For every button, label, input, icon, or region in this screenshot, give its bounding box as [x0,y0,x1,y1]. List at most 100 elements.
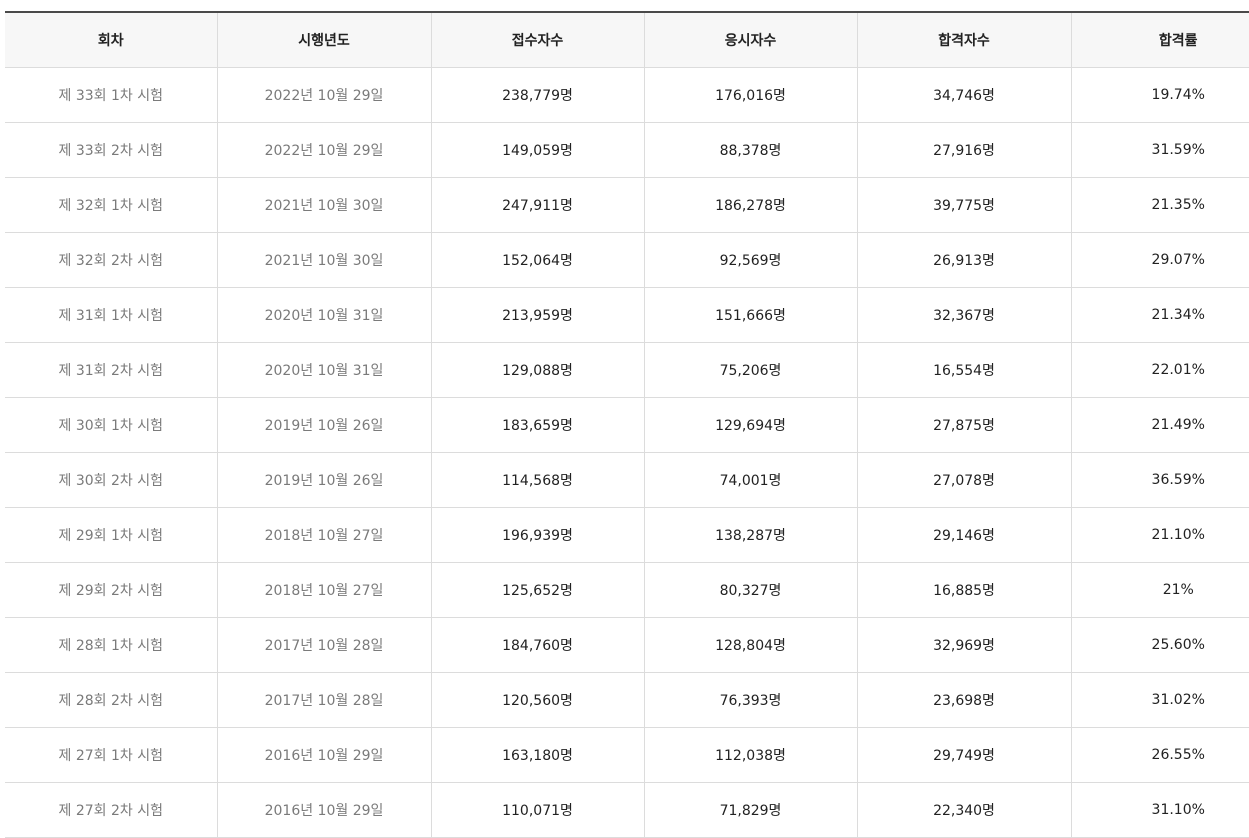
cell-session: 제 31회 1차 시험 [5,287,218,343]
cell-applicants: 129,088명 [431,342,645,398]
cell-examinees: 71,829명 [644,782,858,838]
cell-applicants: 238,779명 [431,67,645,123]
table-row: 제 31회 1차 시험 2020년 10월 31일 213,959명 151,666명… [5,287,1249,343]
exam-results-table: 회차 시행년도 접수자수 응시자수 합격자수 합격률 제 33회 1차 시험 20… [5,11,1249,838]
cell-applicants: 110,071명 [431,782,645,838]
table-row: 제 32회 2차 시험 2021년 10월 30일 152,064명 92,569명 2… [5,232,1249,288]
cell-applicants: 125,652명 [431,562,645,618]
cell-pass-rate: 21.10% [1071,507,1249,563]
cell-pass-rate: 36.59% [1071,452,1249,508]
cell-applicants: 247,911명 [431,177,645,233]
cell-exam-date: 2018년 10월 27일 [217,507,432,563]
cell-applicants: 114,568명 [431,452,645,508]
cell-pass-rate: 22.01% [1071,342,1249,398]
cell-passers: 16,554명 [857,342,1072,398]
table-row: 제 31회 2차 시험 2020년 10월 31일 129,088명 75,206명 1… [5,342,1249,398]
cell-passers: 23,698명 [857,672,1072,728]
cell-passers: 27,916명 [857,122,1072,178]
cell-examinees: 80,327명 [644,562,858,618]
cell-pass-rate: 25.60% [1071,617,1249,673]
cell-applicants: 163,180명 [431,727,645,783]
cell-examinees: 88,378명 [644,122,858,178]
cell-applicants: 196,939명 [431,507,645,563]
header-examinees: 응시자수 [644,12,858,68]
cell-examinees: 92,569명 [644,232,858,288]
cell-passers: 27,078명 [857,452,1072,508]
exam-results-table-container: 회차 시행년도 접수자수 응시자수 합격자수 합격률 제 33회 1차 시험 20… [5,11,1249,838]
cell-pass-rate: 21.49% [1071,397,1249,453]
cell-applicants: 183,659명 [431,397,645,453]
cell-exam-date: 2018년 10월 27일 [217,562,432,618]
cell-exam-date: 2016년 10월 29일 [217,782,432,838]
table-row: 제 29회 2차 시험 2018년 10월 27일 125,652명 80,327명 1… [5,562,1249,618]
cell-exam-date: 2019년 10월 26일 [217,397,432,453]
cell-pass-rate: 21% [1071,562,1249,618]
cell-pass-rate: 31.59% [1071,122,1249,178]
header-pass-rate: 합격률 [1071,12,1249,68]
cell-applicants: 152,064명 [431,232,645,288]
cell-pass-rate: 31.10% [1071,782,1249,838]
cell-examinees: 151,666명 [644,287,858,343]
table-row: 제 33회 1차 시험 2022년 10월 29일 238,779명 176,016명… [5,67,1249,123]
cell-passers: 27,875명 [857,397,1072,453]
table-row: 제 30회 1차 시험 2019년 10월 26일 183,659명 129,694명… [5,397,1249,453]
cell-examinees: 186,278명 [644,177,858,233]
cell-exam-date: 2019년 10월 26일 [217,452,432,508]
table-header: 회차 시행년도 접수자수 응시자수 합격자수 합격률 [5,12,1249,68]
cell-passers: 22,340명 [857,782,1072,838]
table-row: 제 32회 1차 시험 2021년 10월 30일 247,911명 186,278명… [5,177,1249,233]
cell-exam-date: 2020년 10월 31일 [217,342,432,398]
cell-examinees: 129,694명 [644,397,858,453]
cell-passers: 26,913명 [857,232,1072,288]
cell-exam-date: 2017년 10월 28일 [217,672,432,728]
cell-session: 제 32회 2차 시험 [5,232,218,288]
cell-passers: 39,775명 [857,177,1072,233]
cell-session: 제 32회 1차 시험 [5,177,218,233]
header-session: 회차 [5,12,218,68]
cell-pass-rate: 29.07% [1071,232,1249,288]
cell-examinees: 75,206명 [644,342,858,398]
table-row: 제 27회 1차 시험 2016년 10월 29일 163,180명 112,038명… [5,727,1249,783]
cell-examinees: 74,001명 [644,452,858,508]
cell-session: 제 33회 2차 시험 [5,122,218,178]
cell-examinees: 138,287명 [644,507,858,563]
cell-examinees: 76,393명 [644,672,858,728]
cell-examinees: 176,016명 [644,67,858,123]
cell-applicants: 149,059명 [431,122,645,178]
cell-passers: 32,367명 [857,287,1072,343]
table-row: 제 29회 1차 시험 2018년 10월 27일 196,939명 138,287명… [5,507,1249,563]
cell-examinees: 128,804명 [644,617,858,673]
cell-passers: 32,969명 [857,617,1072,673]
header-row: 회차 시행년도 접수자수 응시자수 합격자수 합격률 [5,12,1249,68]
cell-pass-rate: 21.35% [1071,177,1249,233]
cell-session: 제 29회 1차 시험 [5,507,218,563]
cell-session: 제 33회 1차 시험 [5,67,218,123]
cell-pass-rate: 19.74% [1071,67,1249,123]
cell-pass-rate: 26.55% [1071,727,1249,783]
cell-session: 제 30회 1차 시험 [5,397,218,453]
cell-exam-date: 2022년 10월 29일 [217,122,432,178]
cell-exam-date: 2022년 10월 29일 [217,67,432,123]
cell-passers: 29,749명 [857,727,1072,783]
cell-passers: 29,146명 [857,507,1072,563]
cell-session: 제 28회 1차 시험 [5,617,218,673]
cell-applicants: 120,560명 [431,672,645,728]
header-applicants: 접수자수 [431,12,645,68]
cell-session: 제 27회 2차 시험 [5,782,218,838]
cell-session: 제 30회 2차 시험 [5,452,218,508]
table-row: 제 27회 2차 시험 2016년 10월 29일 110,071명 71,829명 2… [5,782,1249,838]
cell-applicants: 213,959명 [431,287,645,343]
cell-examinees: 112,038명 [644,727,858,783]
cell-passers: 16,885명 [857,562,1072,618]
cell-session: 제 28회 2차 시험 [5,672,218,728]
cell-applicants: 184,760명 [431,617,645,673]
header-exam-date: 시행년도 [217,12,432,68]
header-passers: 합격자수 [857,12,1072,68]
cell-exam-date: 2016년 10월 29일 [217,727,432,783]
cell-exam-date: 2020년 10월 31일 [217,287,432,343]
cell-session: 제 29회 2차 시험 [5,562,218,618]
cell-passers: 34,746명 [857,67,1072,123]
table-body: 제 33회 1차 시험 2022년 10월 29일 238,779명 176,016명… [5,67,1249,838]
cell-pass-rate: 21.34% [1071,287,1249,343]
cell-pass-rate: 31.02% [1071,672,1249,728]
